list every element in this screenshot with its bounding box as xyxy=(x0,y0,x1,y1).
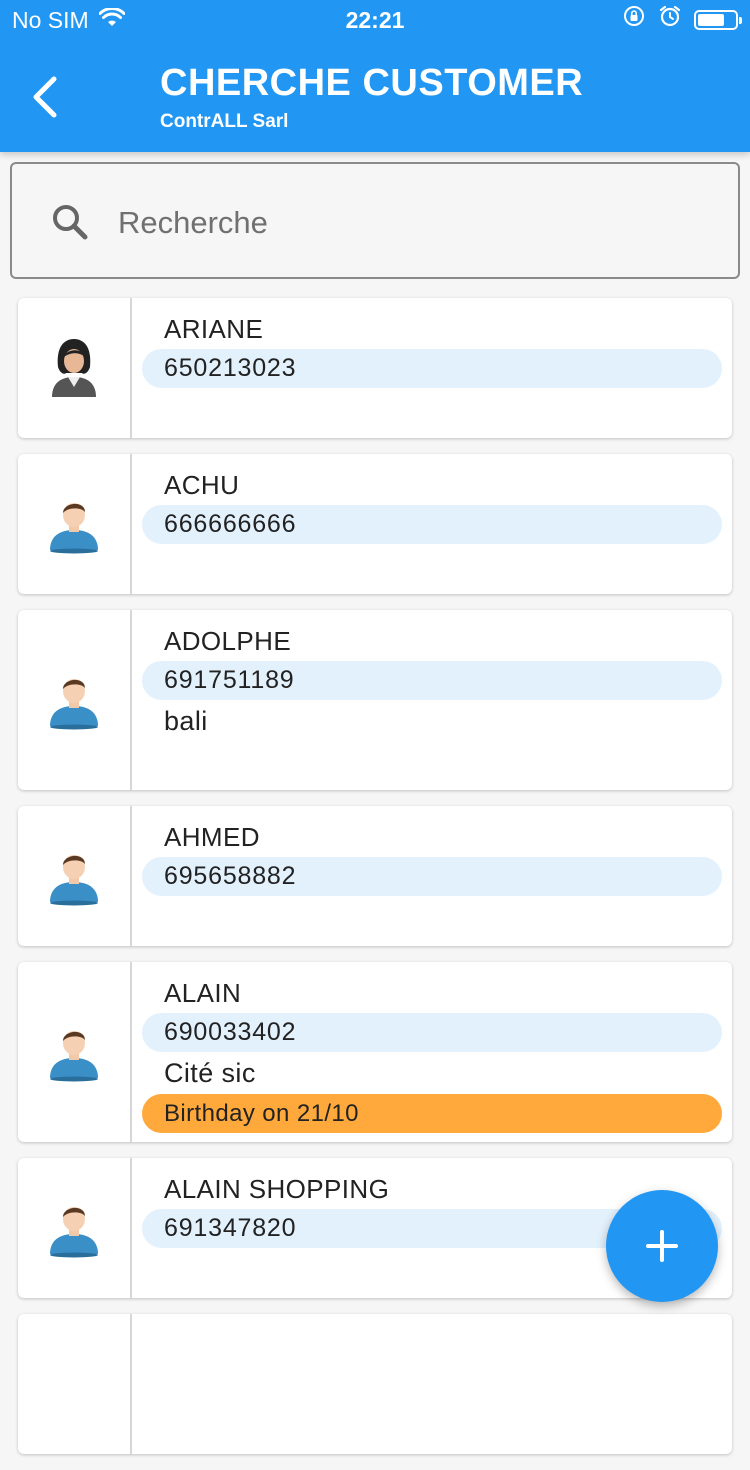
customer-address: bali xyxy=(164,706,208,736)
customer-phone: 650213023 xyxy=(142,349,722,388)
birthday-badge: Birthday on 21/10 xyxy=(142,1094,722,1133)
rotation-lock-icon xyxy=(622,0,646,40)
page-subtitle: ContrALL Sarl xyxy=(160,111,289,132)
chevron-left-icon xyxy=(33,76,57,118)
customer-card[interactable]: ACHU 666666666 xyxy=(18,454,732,594)
male-avatar-icon xyxy=(50,1031,98,1082)
page-title: CHERCHE CUSTOMER xyxy=(160,62,584,104)
app-bar: No SIM 22:21 CHERCHE CUSTOMER ContrALL S… xyxy=(0,0,750,152)
alarm-icon xyxy=(658,0,682,40)
search-box[interactable] xyxy=(10,162,740,279)
male-avatar-icon xyxy=(50,855,98,906)
male-avatar-icon xyxy=(50,503,98,554)
search-input[interactable] xyxy=(116,194,700,252)
customer-name: ADOLPHE xyxy=(164,626,292,656)
avatar xyxy=(18,298,132,438)
customer-phone: 690033402 xyxy=(142,1013,722,1052)
customer-phone: 695658882 xyxy=(142,857,722,896)
customer-phone: 691751189 xyxy=(142,661,722,700)
customer-name: ARIANE xyxy=(164,314,264,344)
customer-address: Cité sic xyxy=(164,1058,256,1088)
customer-card[interactable]: ALAIN 690033402 Cité sic Birthday on 21/… xyxy=(18,962,732,1142)
add-customer-button[interactable] xyxy=(606,1190,718,1302)
customer-name: ALAIN xyxy=(164,978,242,1008)
avatar xyxy=(18,610,132,790)
plus-icon xyxy=(646,1230,678,1262)
female-avatar-icon xyxy=(52,339,96,397)
avatar xyxy=(18,454,132,594)
customer-card[interactable] xyxy=(18,1314,732,1454)
customer-list: ARIANE 650213023 ACHU 666666666 ADOLPHE … xyxy=(18,298,732,1470)
avatar xyxy=(18,962,132,1142)
avatar xyxy=(18,806,132,946)
customer-name: AHMED xyxy=(164,822,260,852)
customer-phone: 666666666 xyxy=(142,505,722,544)
male-avatar-icon xyxy=(50,679,98,730)
battery-icon xyxy=(694,10,742,30)
customer-card[interactable]: AHMED 695658882 xyxy=(18,806,732,946)
customer-card[interactable]: ADOLPHE 691751189 bali xyxy=(18,610,732,790)
customer-name: ACHU xyxy=(164,470,240,500)
male-avatar-icon xyxy=(50,1207,98,1258)
back-button[interactable] xyxy=(22,70,68,124)
avatar xyxy=(18,1158,132,1298)
avatar xyxy=(18,1314,132,1454)
customer-card[interactable]: ARIANE 650213023 xyxy=(18,298,732,438)
search-icon xyxy=(50,202,90,247)
status-bar: No SIM 22:21 xyxy=(0,0,750,40)
